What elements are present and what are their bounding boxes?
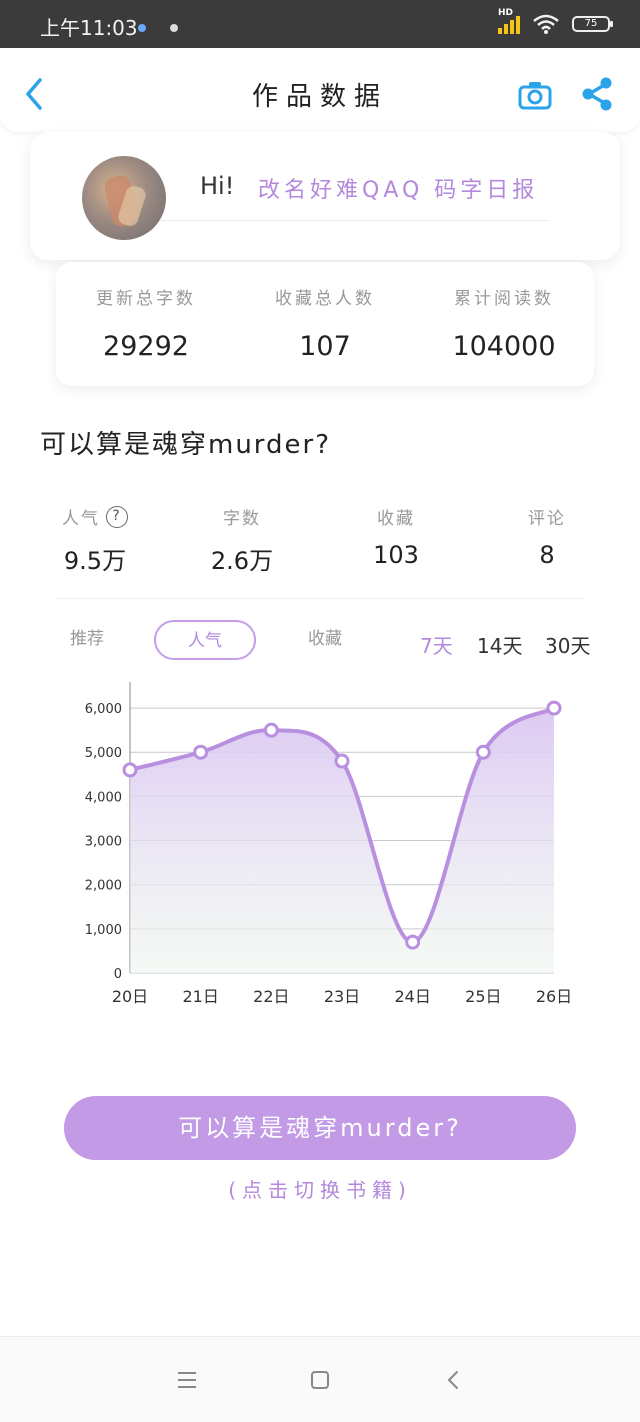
metric-label: 字数 — [223, 509, 261, 529]
x-tick-label: 23日 — [324, 987, 360, 1006]
help-icon[interactable]: ? — [106, 505, 128, 528]
y-tick-label: 1,000 — [85, 923, 122, 938]
y-tick-label: 3,000 — [85, 835, 122, 850]
avatar[interactable] — [82, 156, 166, 240]
x-tick-label: 20日 — [112, 987, 148, 1006]
switch-book-button[interactable]: 可以算是魂穿murder? — [64, 1096, 576, 1160]
system-nav-bar — [0, 1336, 640, 1422]
notification-icon — [138, 24, 146, 32]
stat-total-words: 更新总字数 29292 — [56, 284, 236, 362]
battery-icon: 75 — [572, 16, 613, 32]
data-point — [334, 753, 350, 769]
x-tick-label: 26日 — [536, 987, 572, 1006]
metric-popularity: 人气 ? 9.5万 — [25, 504, 165, 576]
metric-value: 9.5万 — [63, 547, 127, 575]
greeting: Hi! — [200, 172, 235, 200]
tab-favorites[interactable]: 收藏 — [290, 620, 360, 660]
metric-label: 人气 — [62, 509, 100, 529]
status-bar: 上午11:03 HD 75 — [0, 0, 640, 48]
y-tick-label: 2,000 — [85, 879, 122, 894]
status-time: 上午11:03 — [40, 16, 138, 40]
stat-value: 107 — [299, 331, 351, 362]
y-tick-label: 4,000 — [85, 790, 122, 805]
popularity-chart: 0 1,000 2,000 3,000 4,000 5,000 6,000 20日 21日 22日… — [60, 680, 590, 1010]
metric-value: 103 — [373, 541, 419, 569]
data-point — [475, 744, 491, 760]
popularity-chart-svg: 0 1,000 2,000 3,000 4,000 5,000 6,000 20日 21日 22日… — [85, 682, 572, 1006]
switch-book-hint[interactable]: (点击切换书籍) — [0, 1174, 640, 1203]
stat-total-favorites: 收藏总人数 107 — [235, 284, 415, 362]
x-tick-label: 24日 — [394, 987, 430, 1006]
stat-label: 收藏总人数 — [275, 289, 375, 309]
metric-word-count: 字数 2.6万 — [172, 504, 312, 576]
notification-icon — [170, 24, 178, 32]
wifi-icon — [533, 14, 559, 34]
share-icon[interactable] — [580, 76, 614, 112]
series-area — [130, 708, 554, 973]
metric-value: 8 — [539, 541, 555, 569]
data-point — [193, 744, 209, 760]
back-icon[interactable] — [437, 1365, 471, 1395]
app-header: 作品数据 — [0, 48, 640, 132]
daily-report-title: 改名好难QAQ 码字日报 — [258, 178, 539, 203]
menu-icon[interactable] — [170, 1365, 204, 1395]
metric-comments: 评论 8 — [477, 504, 617, 569]
x-tick-label: 22日 — [253, 987, 289, 1006]
signal-icon: HD — [498, 8, 520, 34]
profile-card: Hi! 改名好难QAQ 码字日报 — [30, 132, 620, 260]
stat-label: 更新总字数 — [96, 289, 196, 309]
y-tick-label: 6,000 — [85, 702, 122, 717]
home-icon[interactable] — [303, 1365, 337, 1395]
y-tick-label: 5,000 — [85, 746, 122, 761]
divider — [56, 598, 584, 599]
tab-popularity[interactable]: 人气 — [154, 620, 256, 660]
data-point — [546, 700, 562, 716]
stat-value: 29292 — [103, 331, 189, 362]
x-tick-label: 21日 — [182, 987, 218, 1006]
metric-label: 评论 — [528, 509, 566, 529]
stat-value: 104000 — [452, 331, 556, 362]
stats-card: 更新总字数 29292 收藏总人数 107 累计阅读数 104000 — [56, 262, 594, 386]
book-title: 可以算是魂穿murder? — [40, 430, 332, 460]
y-tick-label: 0 — [114, 967, 122, 982]
metric-value: 2.6万 — [210, 547, 274, 575]
x-tick-label: 25日 — [465, 987, 501, 1006]
stat-label: 累计阅读数 — [454, 289, 554, 309]
range-14-days[interactable]: 14天 — [477, 630, 522, 659]
divider — [160, 220, 550, 221]
network-label: HD — [498, 8, 514, 18]
range-7-days[interactable]: 7天 — [420, 630, 453, 659]
data-point — [405, 934, 421, 950]
status-icons: HD 75 — [498, 8, 613, 34]
camera-icon[interactable] — [518, 80, 552, 110]
data-point — [122, 762, 138, 778]
metric-label: 收藏 — [377, 509, 415, 529]
tab-recommend[interactable]: 推荐 — [52, 620, 122, 660]
data-point — [263, 722, 279, 738]
range-30-days[interactable]: 30天 — [545, 630, 590, 659]
stat-total-reads: 累计阅读数 104000 — [414, 284, 594, 362]
metric-favorites: 收藏 103 — [326, 504, 466, 569]
